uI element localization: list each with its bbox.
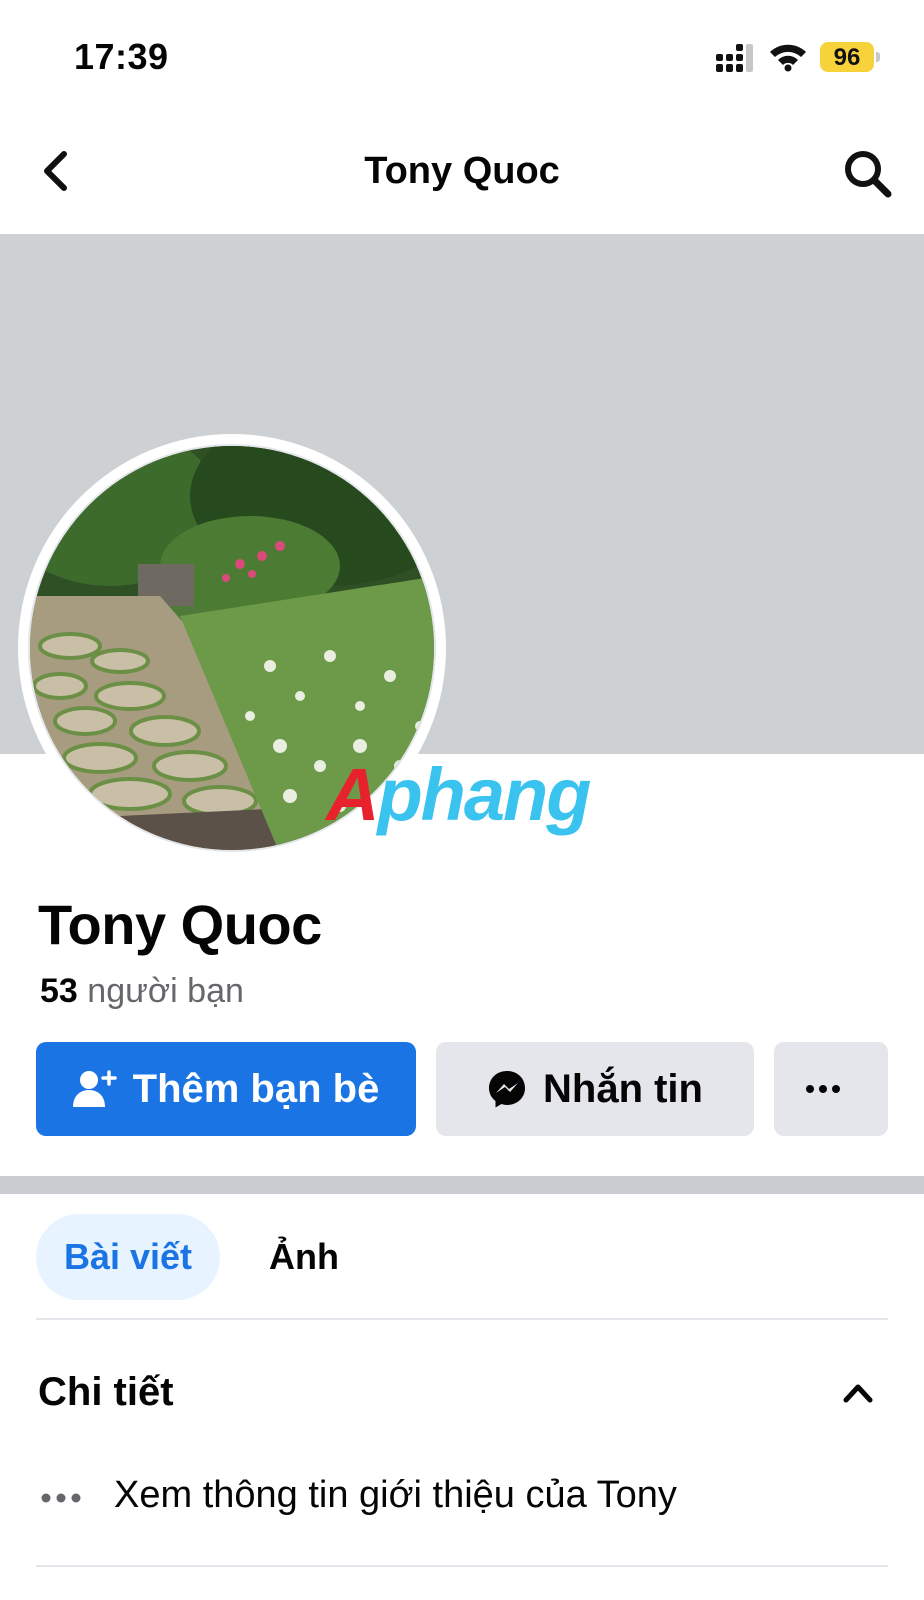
- status-bar: 17:39 96: [0, 0, 924, 110]
- more-options-button[interactable]: [774, 1042, 888, 1136]
- friends-label: người bạn: [87, 972, 244, 1010]
- profile-name: Tony Quoc: [38, 893, 322, 956]
- messenger-icon: [489, 1071, 525, 1108]
- watermark-first-letter: A: [326, 753, 379, 836]
- details-more-icon: [41, 1493, 81, 1503]
- view-about-link[interactable]: Xem thông tin giới thiệu của Tony: [114, 1474, 677, 1517]
- add-friend-icon: [72, 1070, 117, 1107]
- friends-count: 53: [40, 972, 78, 1010]
- message-button[interactable]: Nhắn tin: [436, 1042, 754, 1136]
- add-friend-button[interactable]: Thêm bạn bè: [36, 1042, 416, 1136]
- tab-posts[interactable]: Bài viết: [36, 1214, 220, 1300]
- tabs-divider: [36, 1318, 888, 1320]
- battery-icon: 96: [820, 42, 880, 72]
- bottom-divider: [36, 1565, 888, 1567]
- details-title: Chi tiết: [38, 1370, 174, 1414]
- more-options-icon: [806, 1085, 840, 1093]
- wifi-icon: [770, 44, 806, 72]
- search-icon[interactable]: [842, 148, 894, 200]
- watermark-logo: Aphang: [326, 752, 591, 837]
- friends-count-line[interactable]: 53 người bạn: [40, 972, 244, 1011]
- status-time: 17:39: [74, 36, 169, 77]
- add-friend-label: Thêm bạn bè: [132, 1066, 380, 1111]
- chevron-up-icon[interactable]: [842, 1382, 874, 1404]
- section-divider: [0, 1176, 924, 1194]
- message-label: Nhắn tin: [543, 1066, 703, 1111]
- battery-level: 96: [833, 44, 861, 71]
- signal-icon: [716, 44, 753, 72]
- watermark-rest: phang: [377, 753, 591, 836]
- page-title: Tony Quoc: [364, 150, 560, 192]
- nav-header: Tony Quoc: [0, 110, 924, 234]
- tab-photos[interactable]: Ảnh: [250, 1214, 358, 1300]
